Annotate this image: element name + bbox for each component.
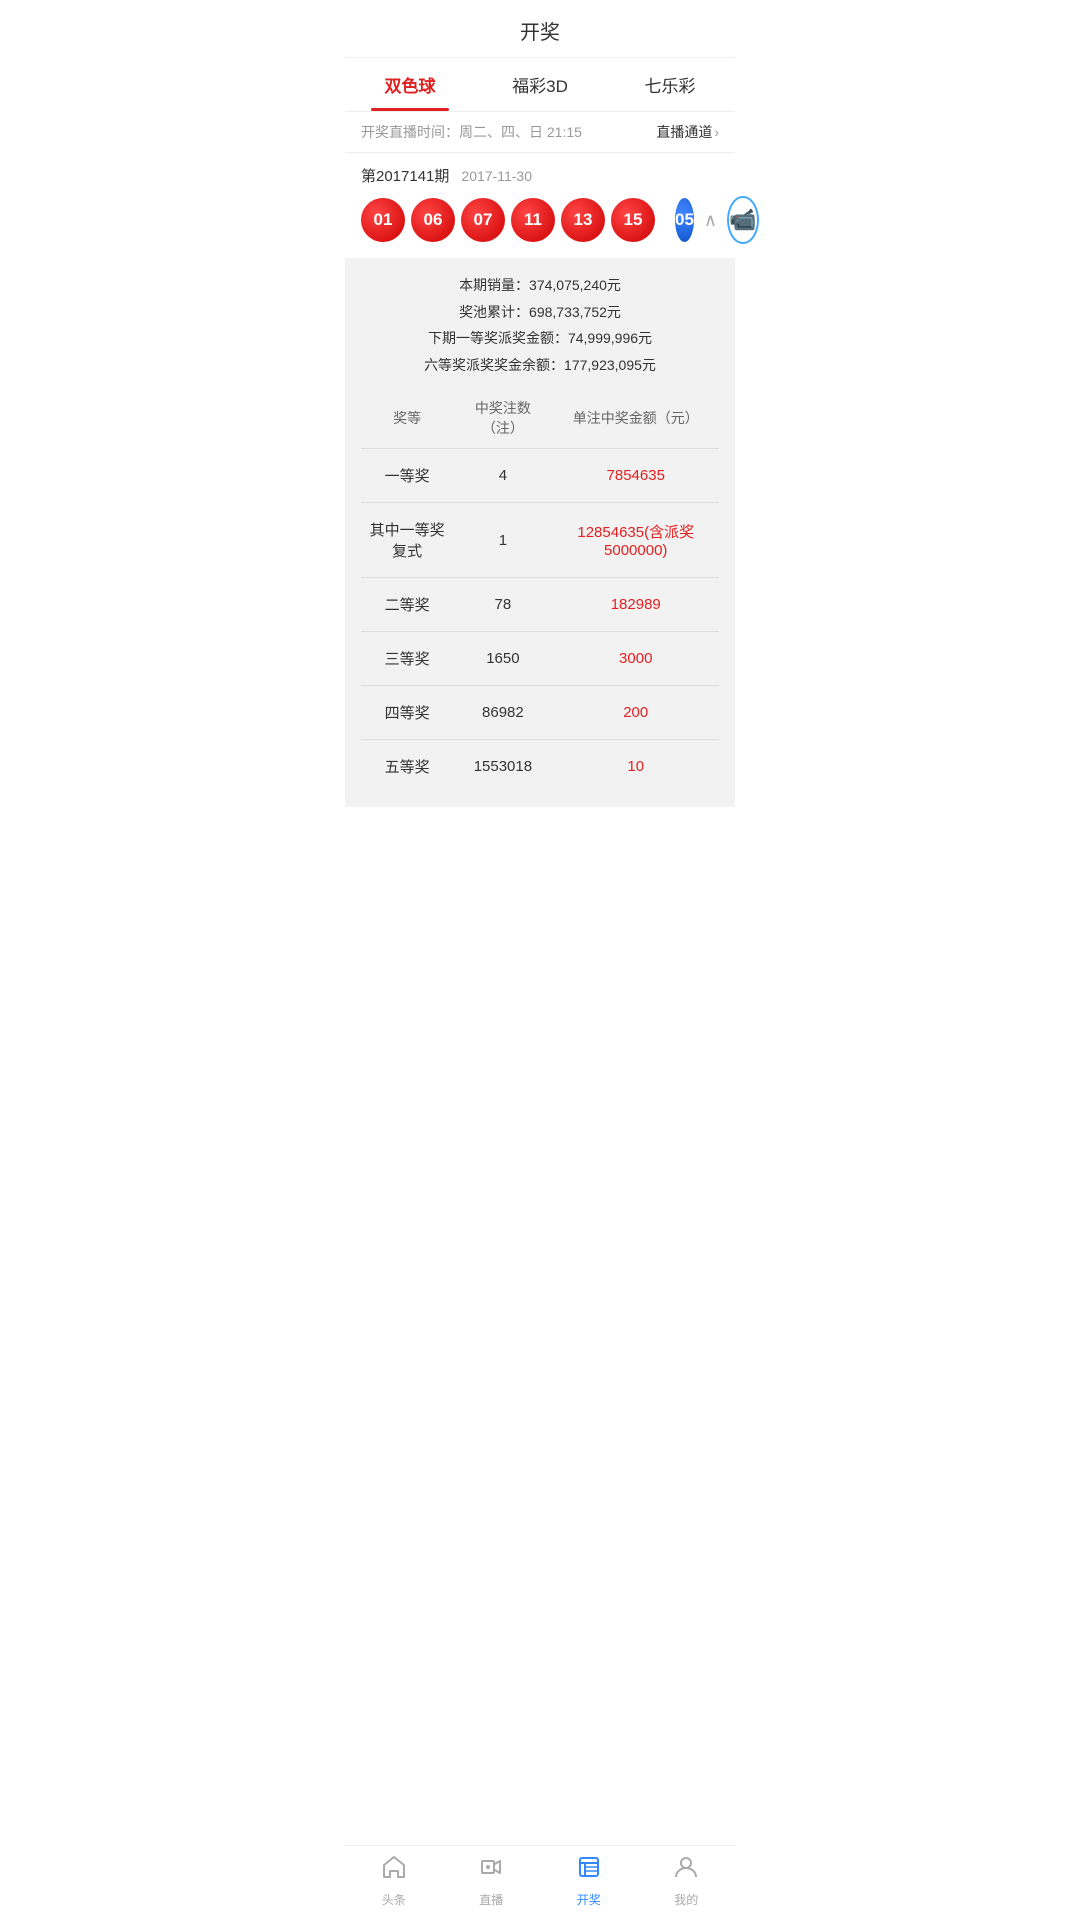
tab-fucai3d[interactable]: 福彩3D bbox=[475, 58, 605, 111]
prize-table-row: 其中一等奖复式112854635(含派奖5000000) bbox=[361, 503, 719, 578]
prize-table: 奖等 中奖注数（注） 单注中奖金额（元） 一等奖47854635其中一等奖复式1… bbox=[361, 388, 719, 793]
prize-table-row: 五等奖155301810 bbox=[361, 740, 719, 794]
prize-count-cell: 1553018 bbox=[453, 740, 552, 794]
prize-level-cell: 一等奖 bbox=[361, 449, 453, 503]
nav-lottery-label: 开奖 bbox=[577, 1891, 601, 1908]
prize-count-cell: 1 bbox=[453, 503, 552, 578]
nav-lottery[interactable]: 开奖 bbox=[559, 1854, 619, 1908]
red-ball-6: 15 bbox=[611, 198, 655, 242]
sixth-remain-stat: 六等奖派奖奖金余额：177,923,095元 bbox=[361, 352, 719, 379]
sales-stat: 本期销量：374,075,240元 bbox=[361, 272, 719, 299]
nav-headlines[interactable]: 头条 bbox=[364, 1854, 424, 1908]
lottery-icon bbox=[576, 1854, 602, 1887]
bottom-nav: 头条 直播 开奖 bbox=[345, 1845, 735, 1920]
tab-qilecai[interactable]: 七乐彩 bbox=[605, 58, 735, 111]
prize-amount-cell: 12854635(含派奖5000000) bbox=[552, 503, 719, 578]
col-prize-level: 奖等 bbox=[361, 388, 453, 449]
red-balls-group: 01 06 07 11 13 15 bbox=[361, 198, 655, 242]
red-ball-1: 01 bbox=[361, 198, 405, 242]
page-title: 开奖 bbox=[520, 22, 560, 44]
draw-period: 第2017141期 2017-11-30 bbox=[361, 165, 719, 186]
broadcast-time: 开奖直播时间：周二、四、日 21:15 bbox=[361, 122, 582, 142]
prize-count-cell: 78 bbox=[453, 578, 552, 632]
col-win-amount: 单注中奖金额（元） bbox=[552, 388, 719, 449]
prize-level-cell: 二等奖 bbox=[361, 578, 453, 632]
video-camera-icon: 📹 bbox=[729, 207, 756, 233]
red-ball-3: 07 bbox=[461, 198, 505, 242]
prize-level-cell: 四等奖 bbox=[361, 686, 453, 740]
broadcast-bar: 开奖直播时间：周二、四、日 21:15 直播通道 › bbox=[345, 112, 735, 153]
home-icon bbox=[381, 1854, 407, 1887]
red-ball-5: 13 bbox=[561, 198, 605, 242]
balls-row: 01 06 07 11 13 15 05 bbox=[361, 196, 719, 258]
nav-headlines-label: 头条 bbox=[382, 1891, 406, 1908]
prize-level-cell: 其中一等奖复式 bbox=[361, 503, 453, 578]
prize-table-header-row: 奖等 中奖注数（注） 单注中奖金额（元） bbox=[361, 388, 719, 449]
prize-table-row: 一等奖47854635 bbox=[361, 449, 719, 503]
prize-amount-cell: 200 bbox=[552, 686, 719, 740]
nav-mine-label: 我的 bbox=[674, 1891, 698, 1908]
detail-stats: 本期销量：374,075,240元 奖池累计：698,733,752元 下期一等… bbox=[361, 272, 719, 378]
prize-table-row: 三等奖16503000 bbox=[361, 632, 719, 686]
video-button[interactable]: 📹 bbox=[727, 196, 758, 244]
prize-amount-cell: 182989 bbox=[552, 578, 719, 632]
blue-ball: 05 bbox=[675, 198, 694, 242]
col-win-count: 中奖注数（注） bbox=[453, 388, 552, 449]
nav-mine[interactable]: 我的 bbox=[656, 1854, 716, 1908]
detail-panel: 本期销量：374,075,240元 奖池累计：698,733,752元 下期一等… bbox=[345, 258, 735, 807]
page-header: 开奖 bbox=[345, 0, 735, 58]
live-icon bbox=[478, 1854, 504, 1887]
tab-shuangseqiu[interactable]: 双色球 bbox=[345, 58, 475, 111]
tab-bar: 双色球 福彩3D 七乐彩 bbox=[345, 58, 735, 112]
prize-table-row: 四等奖86982200 bbox=[361, 686, 719, 740]
prize-level-cell: 五等奖 bbox=[361, 740, 453, 794]
red-ball-2: 06 bbox=[411, 198, 455, 242]
nav-live[interactable]: 直播 bbox=[461, 1854, 521, 1908]
chevron-right-icon: › bbox=[714, 124, 719, 140]
period-date: 2017-11-30 bbox=[461, 168, 532, 184]
nav-live-label: 直播 bbox=[479, 1891, 503, 1908]
prize-count-cell: 4 bbox=[453, 449, 552, 503]
collapse-arrow-icon[interactable]: ∧ bbox=[694, 210, 727, 231]
broadcast-link[interactable]: 直播通道 › bbox=[656, 122, 719, 142]
prize-count-cell: 86982 bbox=[453, 686, 552, 740]
next-first-stat: 下期一等奖派奖金额：74,999,996元 bbox=[361, 325, 719, 352]
red-ball-4: 11 bbox=[511, 198, 555, 242]
period-number: 第2017141期 bbox=[361, 165, 449, 186]
pool-stat: 奖池累计：698,733,752元 bbox=[361, 299, 719, 326]
prize-amount-cell: 3000 bbox=[552, 632, 719, 686]
prize-count-cell: 1650 bbox=[453, 632, 552, 686]
draw-area: 第2017141期 2017-11-30 01 06 07 11 13 bbox=[345, 153, 735, 258]
prize-amount-cell: 7854635 bbox=[552, 449, 719, 503]
user-icon bbox=[673, 1854, 699, 1887]
prize-table-row: 二等奖78182989 bbox=[361, 578, 719, 632]
prize-level-cell: 三等奖 bbox=[361, 632, 453, 686]
prize-amount-cell: 10 bbox=[552, 740, 719, 794]
